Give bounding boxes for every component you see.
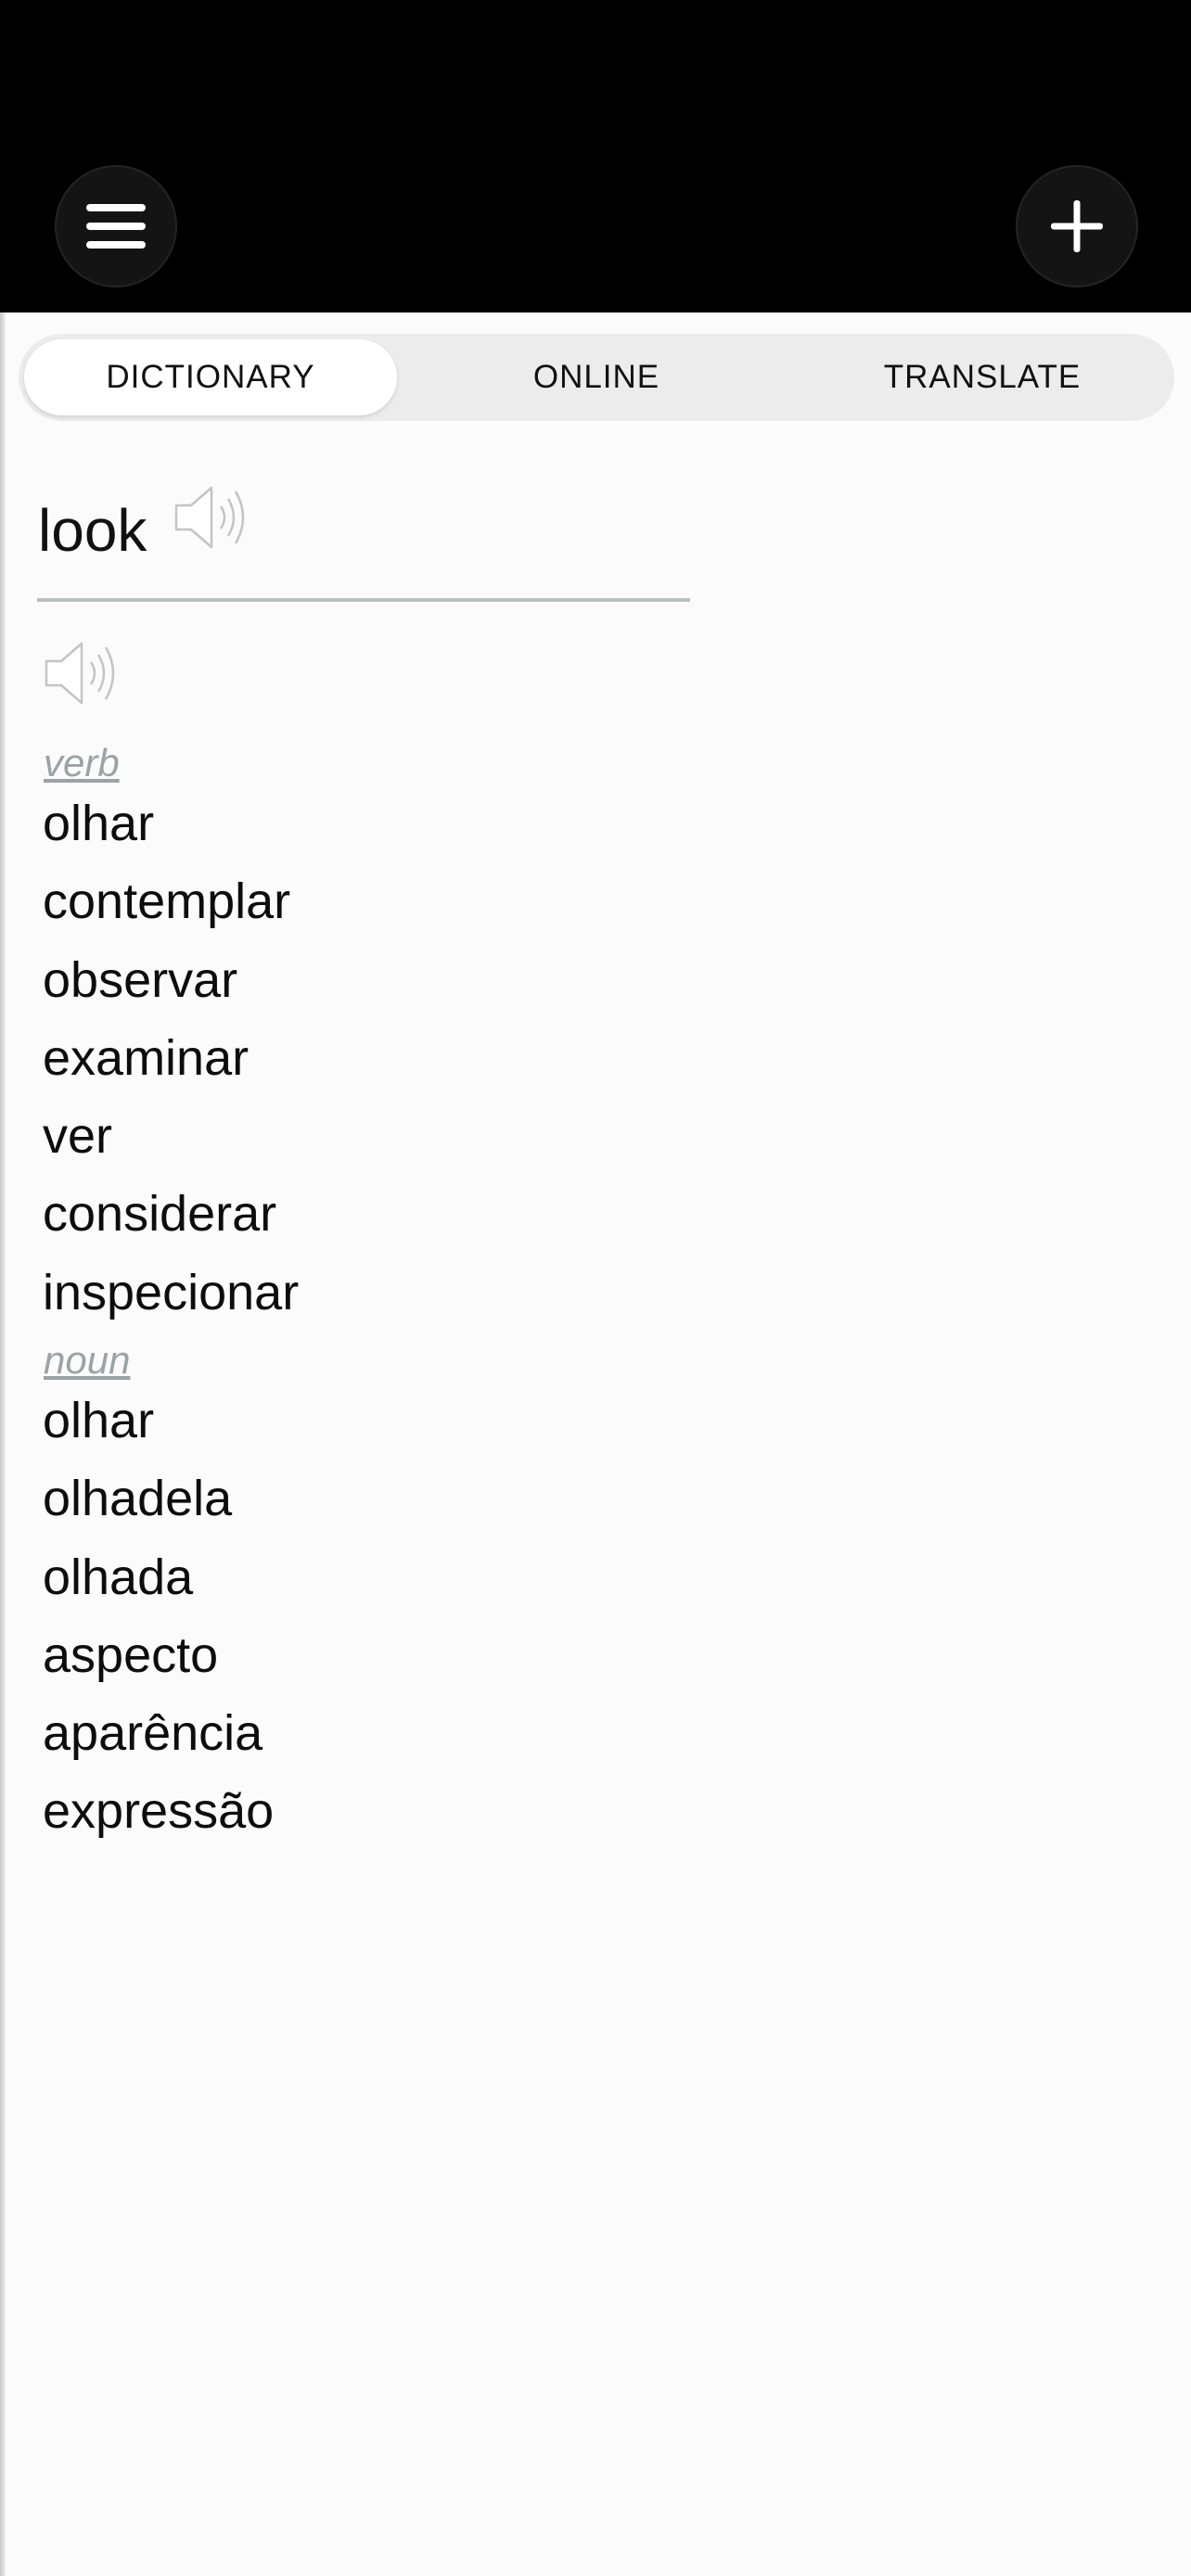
translation-item[interactable]: olhar <box>43 1382 274 1460</box>
tab-online[interactable]: ONLINE <box>410 339 783 415</box>
translation-item[interactable]: olhada <box>43 1538 274 1616</box>
mode-segmented-control: DICTIONARY ONLINE TRANSLATE <box>19 334 1174 421</box>
plus-icon <box>1051 200 1103 252</box>
top-bar <box>0 0 1191 312</box>
translation-item[interactable]: olhadela <box>43 1460 274 1537</box>
headword-underline <box>37 598 690 602</box>
translation-item[interactable]: aspecto <box>43 1616 274 1694</box>
hamburger-menu-icon <box>86 204 146 249</box>
pronunciation-speaker-icon[interactable] <box>43 636 122 710</box>
verb-translation-list: olhar contemplar observar examinar ver c… <box>43 784 299 1332</box>
noun-translation-list: olhar olhadela olhada aspecto aparência … <box>43 1382 274 1851</box>
speaker-icon[interactable] <box>173 480 252 555</box>
translation-item[interactable]: contemplar <box>43 862 299 940</box>
part-of-speech-label[interactable]: verb <box>44 744 120 783</box>
translation-item[interactable]: ver <box>43 1097 299 1175</box>
part-of-speech-label[interactable]: noun <box>44 1341 130 1380</box>
headword: look <box>38 497 147 564</box>
translation-item[interactable]: observar <box>43 941 299 1019</box>
menu-button[interactable] <box>57 167 175 286</box>
tab-dictionary[interactable]: DICTIONARY <box>24 339 397 415</box>
translation-item[interactable]: aparência <box>43 1694 274 1772</box>
translation-item[interactable]: considerar <box>43 1175 299 1253</box>
translation-item[interactable]: expressão <box>43 1772 274 1850</box>
add-button[interactable] <box>1018 167 1136 286</box>
translation-item[interactable]: inspecionar <box>43 1254 299 1332</box>
panel-edge-shadow <box>0 312 6 2576</box>
translation-item[interactable]: examinar <box>43 1019 299 1097</box>
translation-item[interactable]: olhar <box>43 784 299 862</box>
tab-translate[interactable]: TRANSLATE <box>796 339 1169 415</box>
